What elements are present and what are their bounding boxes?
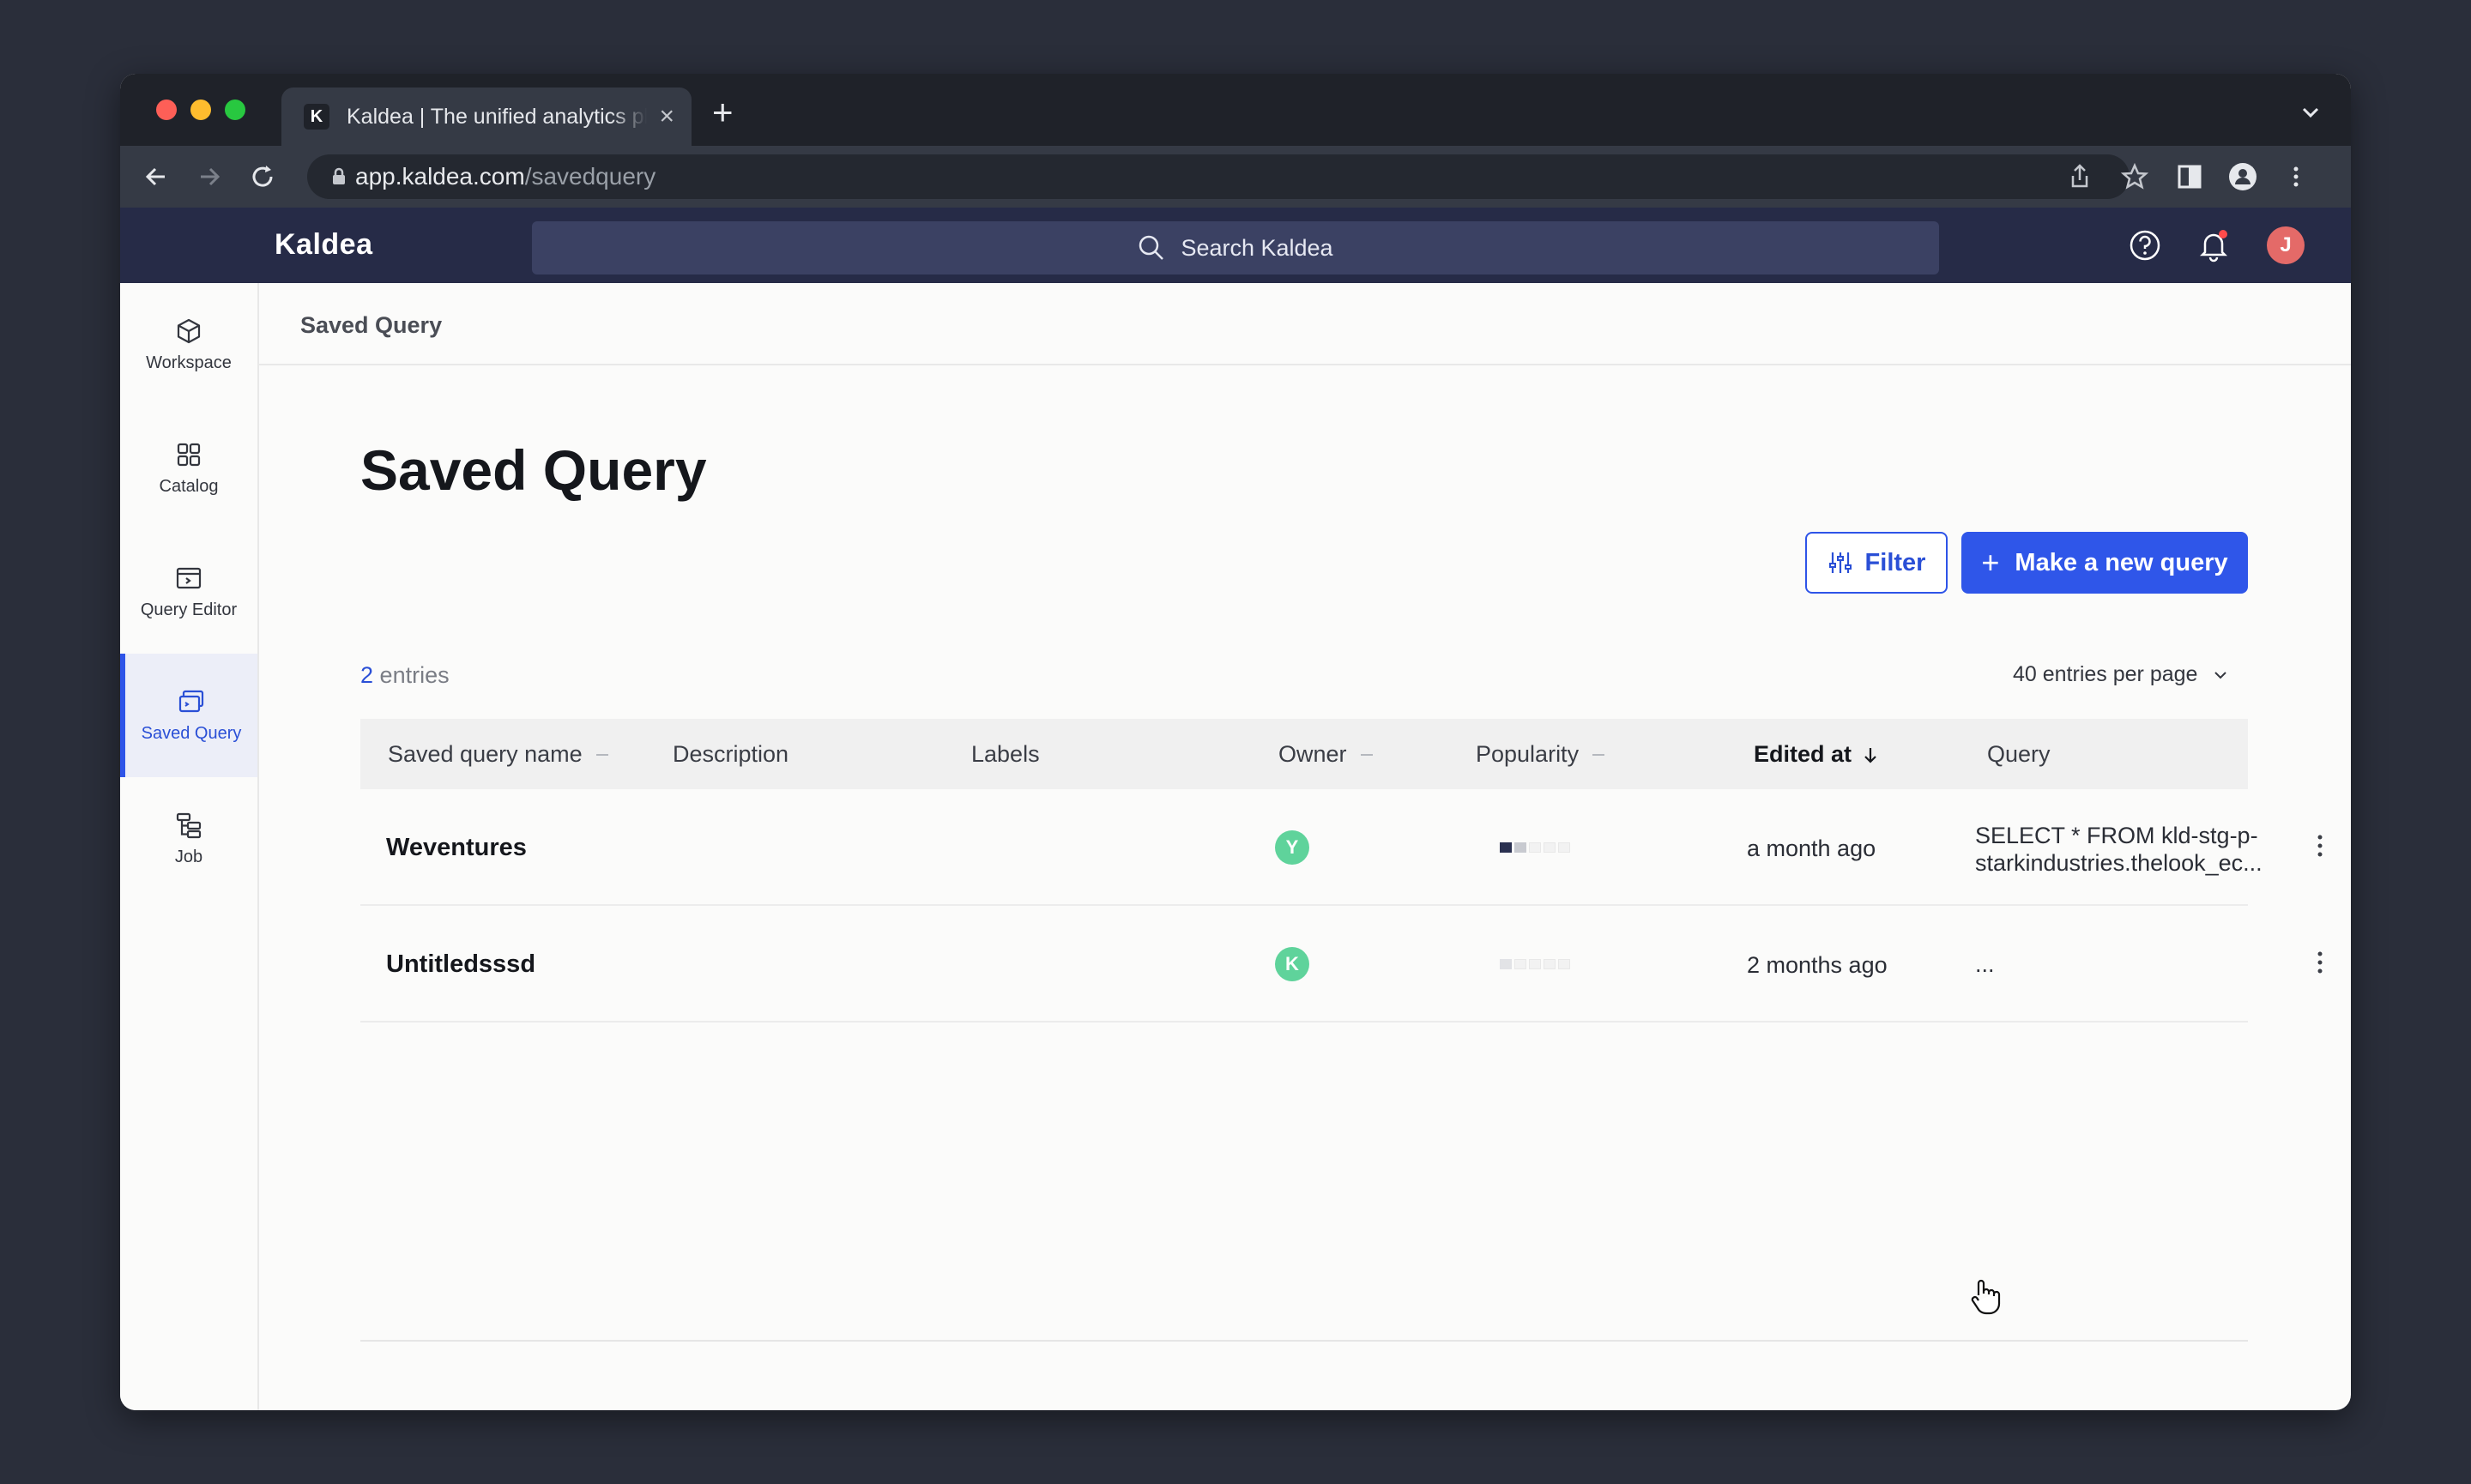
new-tab-icon[interactable]: + <box>712 94 734 130</box>
kaldea-logo[interactable]: Kaldea <box>275 228 373 262</box>
editor-icon <box>176 567 202 588</box>
kaldea-favicon-icon: K <box>304 104 329 130</box>
sort-dash-icon <box>1360 753 1373 756</box>
query-preview: ... <box>1975 951 1995 977</box>
sidebar-item-label: Catalog <box>159 476 219 496</box>
back-arrow-icon[interactable] <box>141 161 172 192</box>
entries-count: 2 entries <box>360 662 450 689</box>
make-new-query-label: Make a new query <box>2015 548 2228 576</box>
user-avatar[interactable]: J <box>2267 226 2305 264</box>
minimize-window-button[interactable] <box>190 100 211 120</box>
app-header: Kaldea Search Kaldea J <box>120 208 2351 283</box>
sidebar-item-workspace[interactable]: Workspace <box>120 283 257 407</box>
reload-icon[interactable] <box>247 161 278 192</box>
close-tab-icon[interactable]: × <box>659 104 674 130</box>
entries-per-page-label: 40 entries per page <box>2013 662 2198 686</box>
sidebar-item-job[interactable]: Job <box>120 777 257 901</box>
column-header-popularity[interactable]: Popularity <box>1476 741 1605 768</box>
column-header-labels: Labels <box>971 741 1040 767</box>
url-host: app.kaldea.com <box>355 163 525 190</box>
sort-dash-icon <box>595 753 608 756</box>
global-search-input[interactable]: Search Kaldea <box>532 221 1939 274</box>
sidebar-item-saved-query[interactable]: Saved Query <box>120 654 257 777</box>
entries-label: entries <box>379 662 450 688</box>
column-header-owner[interactable]: Owner <box>1278 741 1373 768</box>
bookmark-star-icon[interactable] <box>2119 161 2150 192</box>
sidebar-item-label: Job <box>174 847 203 866</box>
notification-bell-icon[interactable] <box>2195 226 2232 264</box>
row-more-icon[interactable] <box>2317 949 2323 976</box>
filter-button-label: Filter <box>1864 548 1926 576</box>
search-icon <box>1139 235 1164 260</box>
address-bar[interactable]: app.kaldea.com/savedquery <box>307 154 2130 199</box>
sidebar-item-query-editor[interactable]: Query Editor <box>120 530 257 654</box>
row-more-icon[interactable] <box>2317 832 2323 860</box>
table-bottom-divider <box>360 1340 2248 1342</box>
forward-arrow-icon[interactable] <box>194 161 225 192</box>
sidebar-item-catalog[interactable]: Catalog <box>120 407 257 530</box>
table-header: Saved query name Description Labels Owne… <box>360 719 2248 789</box>
sidebar: Workspace Catalog Query Editor Saved Que… <box>120 283 259 1410</box>
saved-query-table: Saved query name Description Labels Owne… <box>360 719 2323 1023</box>
search-placeholder: Search Kaldea <box>1181 234 1333 261</box>
owner-avatar: Y <box>1275 830 1309 865</box>
job-icon <box>176 812 202 838</box>
saved-query-icon <box>178 690 204 712</box>
edited-at: a month ago <box>1747 836 1876 861</box>
help-icon[interactable] <box>2126 226 2164 264</box>
hand-cursor-icon <box>1971 1279 2001 1315</box>
sidebar-item-label: Saved Query <box>141 723 242 743</box>
column-header-query: Query <box>1987 741 2051 767</box>
grid-icon <box>177 443 201 466</box>
plus-icon: + <box>1981 545 2000 580</box>
breadcrumb[interactable]: Saved Query <box>300 312 442 339</box>
column-header-edited-at[interactable]: Edited at <box>1754 741 1881 768</box>
entries-number: 2 <box>360 662 374 688</box>
sidebar-item-label: Workspace <box>146 353 232 372</box>
share-icon[interactable] <box>2064 161 2095 192</box>
sidebar-item-label: Query Editor <box>140 600 238 619</box>
maximize-window-button[interactable] <box>225 100 245 120</box>
tab-title: Kaldea | The unified analytics platform <box>347 104 648 129</box>
column-header-description: Description <box>673 741 789 767</box>
popularity-bar <box>1500 959 1570 969</box>
chevron-down-icon[interactable] <box>2301 103 2320 122</box>
table-row[interactable]: Untitledsssd K 2 months ago ... <box>360 906 2323 1023</box>
browser-toolbar: app.kaldea.com/savedquery <box>120 146 2351 208</box>
query-name[interactable]: Weventures <box>386 834 527 862</box>
entries-per-page-select[interactable]: 40 entries per page <box>2013 662 2228 687</box>
column-header-name[interactable]: Saved query name <box>388 741 608 768</box>
filter-button[interactable]: Filter <box>1805 532 1948 594</box>
cube-icon <box>177 318 201 343</box>
owner-avatar: K <box>1275 947 1309 981</box>
sort-arrow-down-icon <box>1864 747 1876 763</box>
query-name[interactable]: Untitledsssd <box>386 950 535 979</box>
side-panel-icon[interactable] <box>2174 161 2205 192</box>
profile-icon[interactable] <box>2227 161 2258 192</box>
kebab-menu-icon[interactable] <box>2281 161 2311 192</box>
close-window-button[interactable] <box>156 100 177 120</box>
browser-tabstrip: K Kaldea | The unified analytics platfor… <box>120 74 2351 146</box>
make-new-query-button[interactable]: + Make a new query <box>1961 532 2248 594</box>
popularity-bar <box>1500 842 1570 853</box>
table-row[interactable]: Weventures Y a month ago SELECT * FROM k… <box>360 789 2323 906</box>
breadcrumb-bar: Saved Query <box>259 283 2351 365</box>
browser-tab[interactable]: K Kaldea | The unified analytics platfor… <box>281 87 692 146</box>
sort-dash-icon <box>1592 753 1605 756</box>
url-path: /savedquery <box>524 163 656 190</box>
filter-sliders-icon <box>1828 552 1852 573</box>
browser-window: K Kaldea | The unified analytics platfor… <box>120 74 2351 1410</box>
query-preview: SELECT * FROM kld-stg-p-starkindustries.… <box>1975 823 2263 876</box>
edited-at: 2 months ago <box>1747 952 1888 978</box>
page-title: Saved Query <box>360 438 707 502</box>
lock-icon <box>333 167 345 184</box>
chevron-down-icon <box>2214 671 2227 679</box>
